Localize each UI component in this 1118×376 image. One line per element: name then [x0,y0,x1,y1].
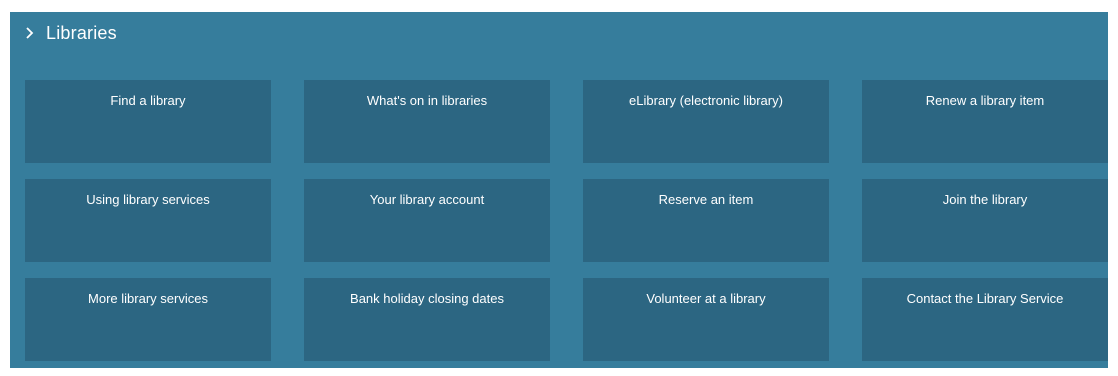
tile-your-library-account[interactable]: Your library account [304,179,550,262]
section-title: Libraries [46,22,117,43]
tile-label: More library services [88,291,208,306]
libraries-panel: Libraries Find a library What's on in li… [10,12,1108,368]
tile-label: Join the library [942,192,1028,207]
tile-label: Your library account [369,192,485,207]
tile-label: Renew a library item [925,93,1045,108]
tile-using-library-services[interactable]: Using library services [25,179,271,262]
tile-elibrary[interactable]: eLibrary (electronic library) [583,80,829,163]
tile-label: Contact the Library Service [906,291,1064,306]
tile-label: What's on in libraries [366,93,488,108]
tile-renew-a-library-item[interactable]: Renew a library item [862,80,1108,163]
library-links-grid: Find a library What's on in libraries eL… [25,80,1108,361]
tile-label: Volunteer at a library [646,291,766,306]
tile-label: eLibrary (electronic library) [629,93,783,108]
tile-contact-the-library-service[interactable]: Contact the Library Service [862,278,1108,361]
libraries-section-toggle[interactable]: Libraries [24,21,117,45]
tile-bank-holiday-closing-dates[interactable]: Bank holiday closing dates [304,278,550,361]
tile-reserve-an-item[interactable]: Reserve an item [583,179,829,262]
tile-volunteer-at-a-library[interactable]: Volunteer at a library [583,278,829,361]
tile-label: Find a library [110,93,186,108]
tile-more-library-services[interactable]: More library services [25,278,271,361]
tile-join-the-library[interactable]: Join the library [862,179,1108,262]
tile-label: Reserve an item [658,192,754,207]
tile-label: Using library services [86,192,210,207]
chevron-right-icon [24,23,40,43]
tile-whats-on-in-libraries[interactable]: What's on in libraries [304,80,550,163]
tile-label: Bank holiday closing dates [350,291,504,306]
tile-find-a-library[interactable]: Find a library [25,80,271,163]
